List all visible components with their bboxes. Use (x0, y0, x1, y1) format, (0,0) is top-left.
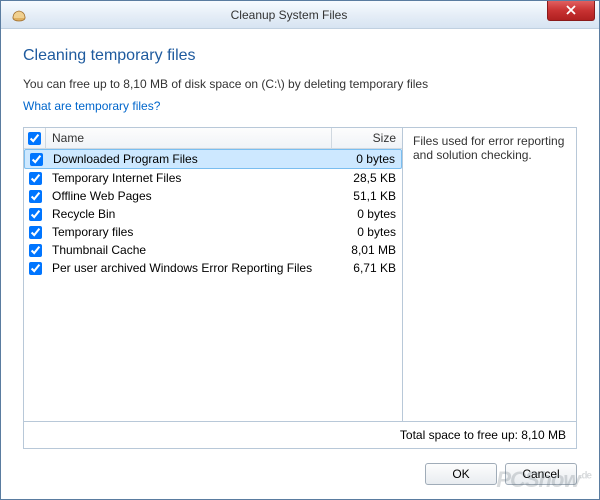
header-checkbox-cell (24, 128, 46, 148)
row-name: Temporary files (46, 224, 332, 240)
select-all-checkbox[interactable] (28, 132, 41, 145)
dialog-window: Cleanup System Files Cleaning temporary … (0, 0, 600, 500)
titlebar: Cleanup System Files (1, 1, 599, 29)
list-row[interactable]: Offline Web Pages51,1 KB (24, 187, 402, 205)
app-icon (7, 7, 31, 23)
row-checkbox[interactable] (29, 244, 42, 257)
row-size: 8,01 MB (332, 242, 402, 258)
close-button[interactable] (547, 1, 595, 21)
row-checkbox-cell (24, 244, 46, 257)
row-checkbox[interactable] (29, 262, 42, 275)
list-row[interactable]: Temporary Internet Files28,5 KB (24, 169, 402, 187)
cancel-button[interactable]: Cancel (505, 463, 577, 485)
body-row: Name Size Downloaded Program Files0 byte… (23, 127, 577, 422)
content-area: Cleaning temporary files You can free up… (1, 29, 599, 499)
row-size: 6,71 KB (332, 260, 402, 276)
row-checkbox[interactable] (29, 208, 42, 221)
row-checkbox-cell (24, 190, 46, 203)
row-checkbox[interactable] (29, 226, 42, 239)
row-size: 0 bytes (332, 206, 402, 222)
row-checkbox-cell (24, 208, 46, 221)
list-row[interactable]: Temporary files0 bytes (24, 223, 402, 241)
help-link[interactable]: What are temporary files? (23, 99, 577, 113)
row-size: 51,1 KB (332, 188, 402, 204)
row-checkbox[interactable] (29, 172, 42, 185)
row-size: 0 bytes (331, 151, 401, 167)
button-row: OK Cancel (23, 463, 577, 485)
file-list-panel: Name Size Downloaded Program Files0 byte… (23, 127, 403, 422)
row-name: Offline Web Pages (46, 188, 332, 204)
window-title: Cleanup System Files (31, 8, 547, 22)
list-row[interactable]: Recycle Bin0 bytes (24, 205, 402, 223)
ok-button[interactable]: OK (425, 463, 497, 485)
list-header: Name Size (24, 128, 402, 149)
row-checkbox[interactable] (29, 190, 42, 203)
row-checkbox-cell (25, 153, 47, 166)
row-checkbox-cell (24, 172, 46, 185)
row-checkbox-cell (24, 226, 46, 239)
column-header-name[interactable]: Name (46, 128, 332, 148)
list-row[interactable]: Downloaded Program Files0 bytes (24, 149, 402, 169)
total-bar: Total space to free up: 8,10 MB (23, 422, 577, 449)
row-name: Downloaded Program Files (47, 151, 331, 167)
list-body: Downloaded Program Files0 bytesTemporary… (24, 149, 402, 421)
row-name: Recycle Bin (46, 206, 332, 222)
row-name: Thumbnail Cache (46, 242, 332, 258)
list-row[interactable]: Per user archived Windows Error Reportin… (24, 259, 402, 277)
row-checkbox-cell (24, 262, 46, 275)
row-size: 0 bytes (332, 224, 402, 240)
row-checkbox[interactable] (30, 153, 43, 166)
close-icon (566, 5, 576, 15)
column-header-size[interactable]: Size (332, 128, 402, 148)
description-panel: Files used for error reporting and solut… (403, 127, 577, 422)
list-row[interactable]: Thumbnail Cache8,01 MB (24, 241, 402, 259)
row-size: 28,5 KB (332, 170, 402, 186)
page-subtext: You can free up to 8,10 MB of disk space… (23, 77, 577, 91)
row-name: Per user archived Windows Error Reportin… (46, 260, 332, 276)
page-heading: Cleaning temporary files (23, 47, 577, 65)
row-name: Temporary Internet Files (46, 170, 332, 186)
